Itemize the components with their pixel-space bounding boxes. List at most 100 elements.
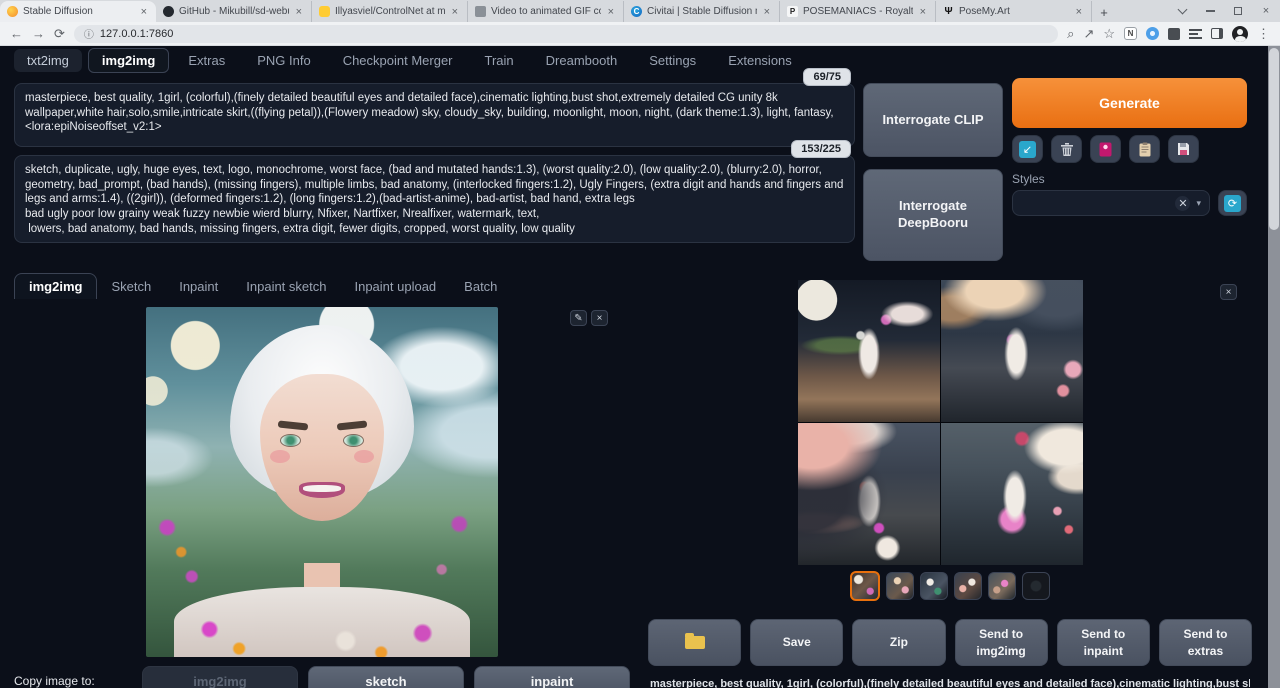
tab-txt2img[interactable]: txt2img [14,49,82,72]
clear-prompt-button[interactable] [1051,135,1082,163]
browser-tab-posemyart[interactable]: Ψ PoseMy.Art × [936,1,1092,22]
thumbnail-1-selected[interactable] [850,571,880,601]
tab-train[interactable]: Train [472,49,527,72]
tab-close-icon[interactable]: × [918,6,928,18]
tab-extensions[interactable]: Extensions [715,49,805,72]
profile-avatar[interactable] [1232,26,1248,42]
refresh-styles-button[interactable]: ⟳ [1218,190,1247,216]
tab-dreambooth[interactable]: Dreambooth [533,49,631,72]
extensions-puzzle-icon[interactable] [1168,28,1180,40]
tab-close-icon[interactable]: × [139,6,149,18]
site-info-icon[interactable]: ⓘ [84,26,94,41]
interrogate-clip-button[interactable]: Interrogate CLIP [863,83,1003,157]
trash-icon [1060,142,1074,157]
save-style-button[interactable] [1168,135,1199,163]
back-icon[interactable]: ← [10,27,23,40]
reading-list-icon[interactable] [1189,29,1202,39]
browser-tab-civitai[interactable]: C Civitai | Stable Diffusion model × [624,1,780,22]
tab-close-icon[interactable]: × [450,6,460,18]
zip-button[interactable]: Zip [852,619,945,666]
page-scrollbar[interactable] [1268,46,1280,688]
gallery-image-1[interactable] [798,280,940,422]
thumbnail-5[interactable] [988,572,1016,600]
send-to-extras-button[interactable]: Send to extras [1159,619,1252,666]
send-to-img2img-button[interactable]: Send to img2img [955,619,1048,666]
side-panel-icon[interactable] [1211,28,1223,39]
edit-image-button[interactable]: ✎ [570,310,587,326]
copy-to-inpaint-button[interactable]: inpaint [474,666,630,688]
portrait-face [260,374,383,521]
source-image-preview[interactable] [146,307,498,657]
extra-networks-button[interactable] [1090,135,1121,163]
window-close-button[interactable]: × [1252,0,1280,22]
thumbnail-4[interactable] [954,572,982,600]
remove-image-button[interactable]: × [591,310,608,326]
bookmark-star-icon[interactable]: ☆ [1103,27,1115,40]
subtab-batch[interactable]: Batch [450,274,511,299]
close-gallery-button[interactable]: × [1220,284,1237,300]
notion-extension-icon[interactable]: N [1124,27,1137,40]
window-maximize-button[interactable] [1224,0,1252,22]
read-generation-params-button[interactable]: ↙ [1012,135,1043,163]
styles-dropdown[interactable]: ✕ ▾ [1012,190,1210,216]
zoom-icon[interactable]: ⌕ [1067,27,1074,40]
window-minimize-button[interactable] [1196,0,1224,22]
tab-png-info[interactable]: PNG Info [244,49,323,72]
chevron-down-icon: ▾ [1196,198,1201,209]
negative-prompt-input[interactable]: sketch, duplicate, ugly, huge eyes, text… [14,155,855,243]
gallery-thumbnails [640,572,1260,601]
browser-tab-gif-converter[interactable]: Video to animated GIF converter × [468,1,624,22]
styles-row: ✕ ▾ ⟳ [1012,190,1247,216]
window-chevron-icon[interactable] [1168,0,1196,22]
tab-close-icon[interactable]: × [762,6,772,18]
tab-title: Video to animated GIF converter [491,6,601,17]
subtab-inpaint-upload[interactable]: Inpaint upload [340,274,450,299]
tab-extras[interactable]: Extras [175,49,238,72]
thumbnail-2[interactable] [886,572,914,600]
browser-tab-controlnet[interactable]: Illyasviel/ControlNet at main × [312,1,468,22]
browser-toolbar: ← → ⟳ ⓘ 127.0.0.1:7860 ⌕ ↗ ☆ N ⋮ [0,22,1280,46]
card-icon [1099,142,1112,157]
share-icon[interactable]: ↗ [1083,27,1094,40]
send-to-inpaint-button[interactable]: Send to inpaint [1057,619,1150,666]
save-button[interactable]: Save [750,619,843,666]
gallery-image-3[interactable] [798,423,940,565]
interrogate-deepbooru-button[interactable]: Interrogate DeepBooru [863,169,1003,261]
thumbnail-6[interactable] [1022,572,1050,600]
gallery-image-4[interactable] [941,423,1083,565]
subtab-inpaint[interactable]: Inpaint [165,274,232,299]
menu-kebab-icon[interactable]: ⋮ [1257,27,1270,40]
prompt-input[interactable]: masterpiece, best quality, 1girl, (color… [14,83,855,147]
gallery-image-2[interactable] [941,280,1083,422]
tab-title: GitHub - Mikubill/sd-webui-con [179,6,289,17]
tab-title: PoseMy.Art [959,6,1069,17]
browser-tabstrip: Stable Diffusion × GitHub - Mikubill/sd-… [0,0,1280,22]
open-folder-button[interactable] [648,619,741,666]
scrollbar-thumb[interactable] [1269,48,1279,230]
thumbnail-3[interactable] [920,572,948,600]
tab-close-icon[interactable]: × [606,6,616,18]
blue-extension-icon[interactable] [1146,27,1159,40]
copy-to-sketch-button[interactable]: sketch [308,666,464,688]
tab-checkpoint-merger[interactable]: Checkpoint Merger [330,49,466,72]
subtab-sketch[interactable]: Sketch [97,274,165,299]
new-tab-button[interactable]: + [1092,2,1116,22]
generate-button[interactable]: Generate [1012,78,1247,128]
browser-tab-github[interactable]: GitHub - Mikubill/sd-webui-con × [156,1,312,22]
forward-icon[interactable]: → [32,27,45,40]
gallery-image-grid[interactable] [798,280,1083,565]
main-nav-tabs: txt2img img2img Extras PNG Info Checkpoi… [14,48,805,73]
browser-tab-posemaniacs[interactable]: P POSEMANIACS - Royalty free 3 × [780,1,936,22]
tab-settings[interactable]: Settings [636,49,709,72]
tab-img2img[interactable]: img2img [88,48,169,73]
browser-tab-stable-diffusion[interactable]: Stable Diffusion × [0,1,156,22]
reload-icon[interactable]: ⟳ [54,27,65,40]
address-bar[interactable]: ⓘ 127.0.0.1:7860 [74,25,1058,43]
tab-close-icon[interactable]: × [1074,6,1084,18]
tab-close-icon[interactable]: × [294,6,304,18]
clear-styles-icon[interactable]: ✕ [1175,196,1190,211]
subtab-inpaint-sketch[interactable]: Inpaint sketch [232,274,340,299]
generation-info-text: masterpiece, best quality, 1girl, (color… [650,678,1250,688]
subtab-img2img[interactable]: img2img [14,273,97,300]
apply-styles-button[interactable] [1129,135,1160,163]
